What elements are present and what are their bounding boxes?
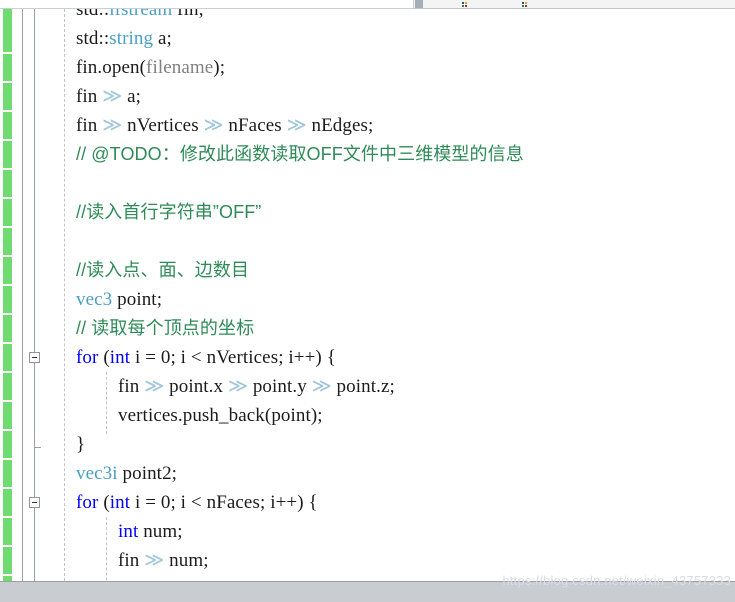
code-token: ≫: [311, 376, 332, 397]
code-line[interactable]: fin ≫ nVertices ≫ nFaces ≫ nEdges;: [0, 111, 735, 140]
code-token: int: [109, 347, 131, 368]
code-token: num;: [164, 550, 209, 571]
code-line[interactable]: for (int i = 0; i < nVertices; i++) {: [0, 343, 735, 372]
code-token: num;: [138, 521, 183, 542]
code-lines[interactable]: std::ifstream fin; std::string a; fin.open…: [0, 9, 735, 581]
code-token: fin: [118, 550, 145, 571]
code-token: int: [109, 492, 131, 513]
code-token: point.z;: [331, 376, 395, 397]
code-token: fin: [76, 115, 103, 136]
code-token: a;: [122, 86, 142, 107]
code-token: (: [98, 347, 110, 368]
code-line[interactable]: vec3 point;: [0, 285, 735, 314]
code-token: a;: [153, 28, 172, 49]
code-token: fin: [118, 376, 145, 397]
code-token: vec3i: [76, 463, 118, 484]
code-token: );: [213, 57, 226, 78]
code-token: //读入首行字符串”OFF”: [76, 202, 262, 222]
code-line[interactable]: // @TODO：修改此函数读取OFF文件中三维模型的信息: [0, 140, 735, 169]
code-token: std::: [76, 9, 110, 20]
code-token: for: [76, 492, 99, 513]
code-token: fin: [76, 86, 103, 107]
editor-text-area[interactable]: std::ifstream fin; std::string a; fin.open…: [0, 9, 735, 581]
code-line[interactable]: fin ≫ point.x ≫ point.y ≫ point.z;: [0, 372, 735, 401]
code-token: nFaces; i++) {: [201, 492, 318, 513]
code-token: nFaces: [223, 115, 287, 136]
code-token: // @TODO：修改此函数读取OFF文件中三维模型的信息: [76, 144, 524, 164]
code-token: fin.open(: [76, 57, 147, 78]
code-token: std::: [76, 28, 110, 49]
code-token: }: [76, 434, 86, 455]
code-token: ≫: [227, 376, 248, 397]
code-token: point.y: [247, 376, 312, 397]
code-line[interactable]: fin ≫ num;: [0, 546, 735, 575]
code-line[interactable]: std::ifstream fin;: [0, 9, 735, 24]
code-token: point2;: [117, 463, 178, 484]
code-line[interactable]: for (int i = 0; i < nFaces; i++) {: [0, 488, 735, 517]
code-token: nEdges;: [306, 115, 374, 136]
code-line[interactable]: fin ≫ a;: [0, 82, 735, 111]
code-token: ≫: [144, 376, 165, 397]
code-token: fin;: [172, 9, 204, 20]
code-token: <: [190, 492, 202, 513]
code-token: i = 0; i: [130, 347, 191, 368]
code-token: for: [76, 347, 99, 368]
code-line[interactable]: }: [0, 430, 735, 459]
code-line[interactable]: //读入点、面、边数目: [0, 256, 735, 285]
toolbar-glyph-icon: [522, 2, 527, 7]
code-token: point.x: [164, 376, 228, 397]
code-token: ≫: [286, 115, 307, 136]
code-token: ≫: [102, 115, 123, 136]
code-token: ≫: [102, 86, 123, 107]
code-token: ≫: [144, 550, 165, 571]
code-token: (: [98, 492, 110, 513]
code-line[interactable]: vertices.push_back(point);: [0, 401, 735, 430]
code-line[interactable]: vec3i point2;: [0, 459, 735, 488]
code-token: nVertices: [122, 115, 204, 136]
code-token: string: [109, 28, 154, 49]
code-token: point;: [112, 289, 163, 310]
splitter-handle[interactable]: [415, 0, 423, 8]
code-token: vertices.push_back(point);: [118, 405, 323, 426]
code-editor-window: std::ifstream fin; std::string a; fin.open…: [0, 0, 735, 602]
code-token: filename: [146, 57, 214, 78]
status-bar-surface: [0, 586, 735, 602]
code-token: //读入点、面、边数目: [76, 260, 250, 280]
code-token: i = 0; i: [130, 492, 191, 513]
code-line[interactable]: std::string a;: [0, 24, 735, 53]
code-line[interactable]: [0, 227, 735, 256]
code-token: int: [118, 521, 139, 542]
code-token: ≫: [203, 115, 224, 136]
toolbar-glyph-icon: [462, 2, 467, 7]
code-line[interactable]: int num;: [0, 517, 735, 546]
code-line[interactable]: //读入首行字符串”OFF”: [0, 198, 735, 227]
code-token: // 读取每个顶点的坐标: [76, 318, 255, 338]
code-line[interactable]: fin.open(filename);: [0, 53, 735, 82]
code-token: ifstream: [109, 9, 173, 20]
code-token: <: [190, 347, 202, 368]
status-bar: [0, 581, 735, 602]
code-line[interactable]: [0, 169, 735, 198]
code-line[interactable]: // 读取每个顶点的坐标: [0, 314, 735, 343]
code-token: vec3: [76, 289, 113, 310]
code-token: nVertices; i++) {: [201, 347, 336, 368]
